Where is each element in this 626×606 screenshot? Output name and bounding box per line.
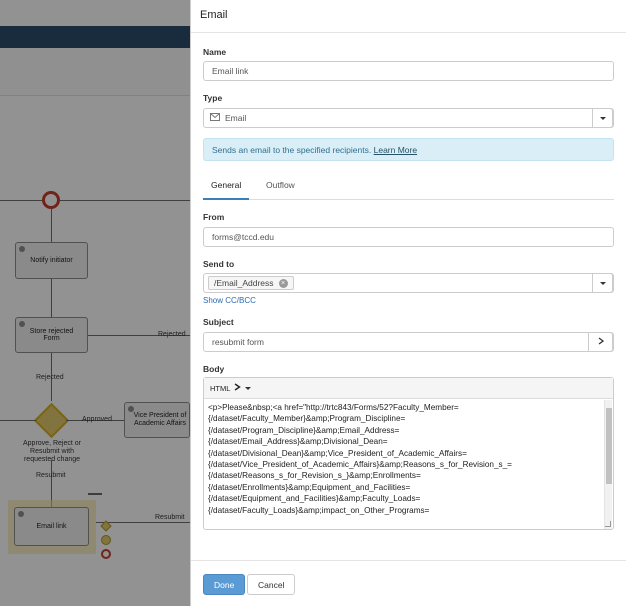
envelope-icon (210, 113, 220, 123)
code-line: <p>Please&nbsp;<a href="http://trtc843/F… (208, 403, 459, 412)
send-to-input[interactable]: /Email_Address × (203, 273, 614, 293)
code-line: {/dataset/Faculty_Loads}&amp;impact_on_O… (208, 505, 430, 515)
remove-token-icon[interactable]: × (278, 278, 288, 288)
send-to-dropdown-button[interactable] (592, 273, 613, 293)
tab-general[interactable]: General (203, 180, 250, 200)
chevron-right-icon (598, 337, 604, 347)
subject-input[interactable]: resubmit form (203, 332, 614, 352)
type-value: Email (225, 113, 247, 123)
learn-more-link[interactable]: Learn More (374, 145, 417, 155)
recipient-token[interactable]: /Email_Address × (208, 276, 294, 290)
body-label: Body (203, 364, 225, 374)
body-code[interactable]: <p>Please&nbsp;<a href="http://trtc843/F… (208, 402, 603, 528)
code-line: {/dataset/Divisional_Dean}&amp;Vice_Pres… (208, 448, 467, 458)
chevron-down-icon (599, 281, 606, 285)
cancel-button[interactable]: Cancel (247, 574, 296, 595)
type-dropdown-button[interactable] (592, 108, 613, 128)
panel-title: Email (191, 0, 626, 33)
scrollbar-thumb[interactable] (606, 408, 612, 484)
show-cc-bcc-link[interactable]: Show CC/BCC (203, 296, 256, 305)
subject-expand-button[interactable] (588, 332, 613, 352)
name-label: Name (203, 47, 227, 57)
editor-toolbar: HTML (204, 378, 613, 399)
code-line: {/dataset/Vice_President_of_Academic_Aff… (208, 460, 512, 470)
type-select[interactable]: Email (203, 108, 614, 128)
panel-footer: Done Cancel (191, 560, 626, 606)
code-mode-icon[interactable] (234, 383, 242, 393)
code-line: {/dataset/Program_Discipline}&amp;Email_… (208, 425, 400, 435)
email-panel: Email Name Email link Type Email Sends a… (190, 0, 626, 606)
info-alert: Sends an email to the specified recipien… (203, 138, 614, 161)
done-button[interactable]: Done (203, 574, 246, 595)
panel-tabs: General Outflow (203, 174, 614, 200)
name-input[interactable]: Email link (203, 61, 614, 81)
from-label: From (203, 212, 225, 222)
type-label: Type (203, 93, 223, 103)
code-line: {/dataset/Equipment_and_Facilities}&amp;… (208, 494, 421, 504)
editor-scrollbar[interactable] (604, 400, 612, 529)
subject-value: resubmit form (212, 337, 264, 347)
resize-handle-icon[interactable] (605, 521, 611, 527)
code-line: {/dataset/Faculty_Member}&amp;Program_Di… (208, 414, 406, 424)
chevron-down-icon (599, 116, 606, 120)
code-line: {/dataset/Reasons_s_for_Revision_s_}&amp… (208, 471, 421, 481)
code-line: {/dataset/Enrollments}&amp;Equipment_and… (208, 482, 411, 492)
subject-label: Subject (203, 317, 234, 327)
chevron-down-icon[interactable] (245, 386, 252, 390)
info-text: Sends an email to the specified recipien… (212, 145, 372, 155)
send-to-label: Send to (203, 259, 235, 269)
recipient-token-label: /Email_Address (214, 278, 274, 288)
from-input[interactable]: forms@tccd.edu (203, 227, 614, 247)
code-line: {/dataset/Email_Address}&amp;Divisional_… (208, 437, 388, 447)
html-mode-label[interactable]: HTML (210, 384, 230, 393)
body-editor[interactable]: HTML <p>Please&nbsp;<a href="http://trtc… (203, 377, 614, 530)
tab-outflow[interactable]: Outflow (258, 180, 303, 200)
